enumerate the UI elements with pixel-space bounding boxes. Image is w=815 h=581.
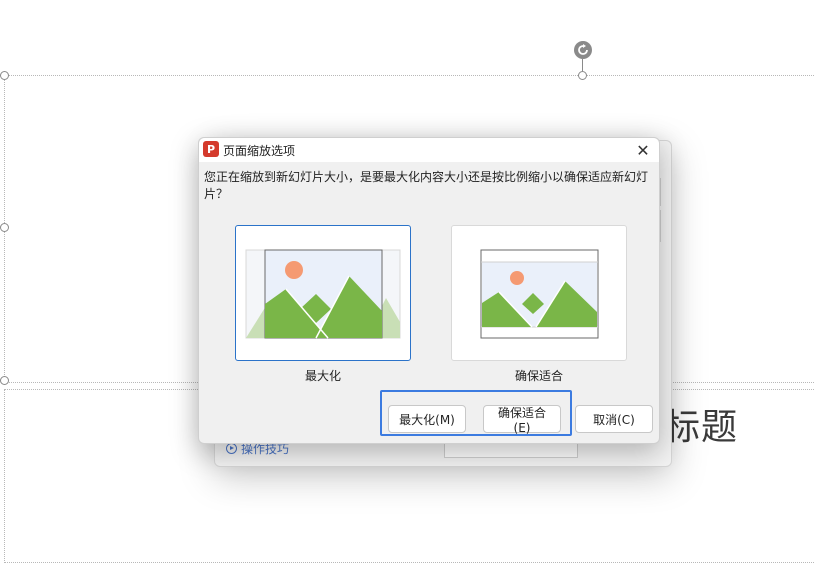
maximize-button[interactable]: 最大化(M) bbox=[388, 405, 466, 433]
play-circle-icon bbox=[226, 443, 237, 454]
resize-handle-middle-left[interactable] bbox=[0, 223, 9, 232]
dialog-title: 页面缩放选项 bbox=[223, 144, 296, 158]
maximize-option-card[interactable] bbox=[235, 225, 411, 361]
close-icon[interactable]: ✕ bbox=[631, 139, 655, 161]
slide-title-text: 标题 bbox=[664, 407, 739, 448]
fit-option-card[interactable] bbox=[451, 225, 627, 361]
maximize-preview-icon bbox=[245, 249, 401, 339]
maximize-caption: 最大化 bbox=[304, 369, 341, 383]
ensure-fit-button[interactable]: 确保适合(E) bbox=[483, 405, 561, 435]
resize-handle-top-middle[interactable] bbox=[578, 71, 587, 80]
resize-handle-bottom-left[interactable] bbox=[0, 376, 9, 385]
cancel-button[interactable]: 取消(C) bbox=[575, 405, 653, 433]
page-scale-dialog: P 页面缩放选项 ✕ 您正在缩放到新幻灯片大小，是要最大化内容大小还是按比例缩小… bbox=[198, 137, 660, 444]
resize-handle-top-left[interactable] bbox=[0, 71, 9, 80]
rotate-handle-line bbox=[582, 59, 583, 71]
rotate-handle-icon[interactable] bbox=[574, 41, 592, 59]
fit-caption: 确保适合 bbox=[514, 369, 563, 383]
wps-presentation-icon: P bbox=[203, 141, 219, 157]
dialog-message: 您正在缩放到新幻灯片大小，是要最大化内容大小还是按比例缩小以确保适应新幻灯片？ bbox=[204, 170, 649, 201]
fit-preview-icon bbox=[480, 249, 599, 339]
dialog-titlebar: P 页面缩放选项 ✕ bbox=[199, 138, 659, 162]
